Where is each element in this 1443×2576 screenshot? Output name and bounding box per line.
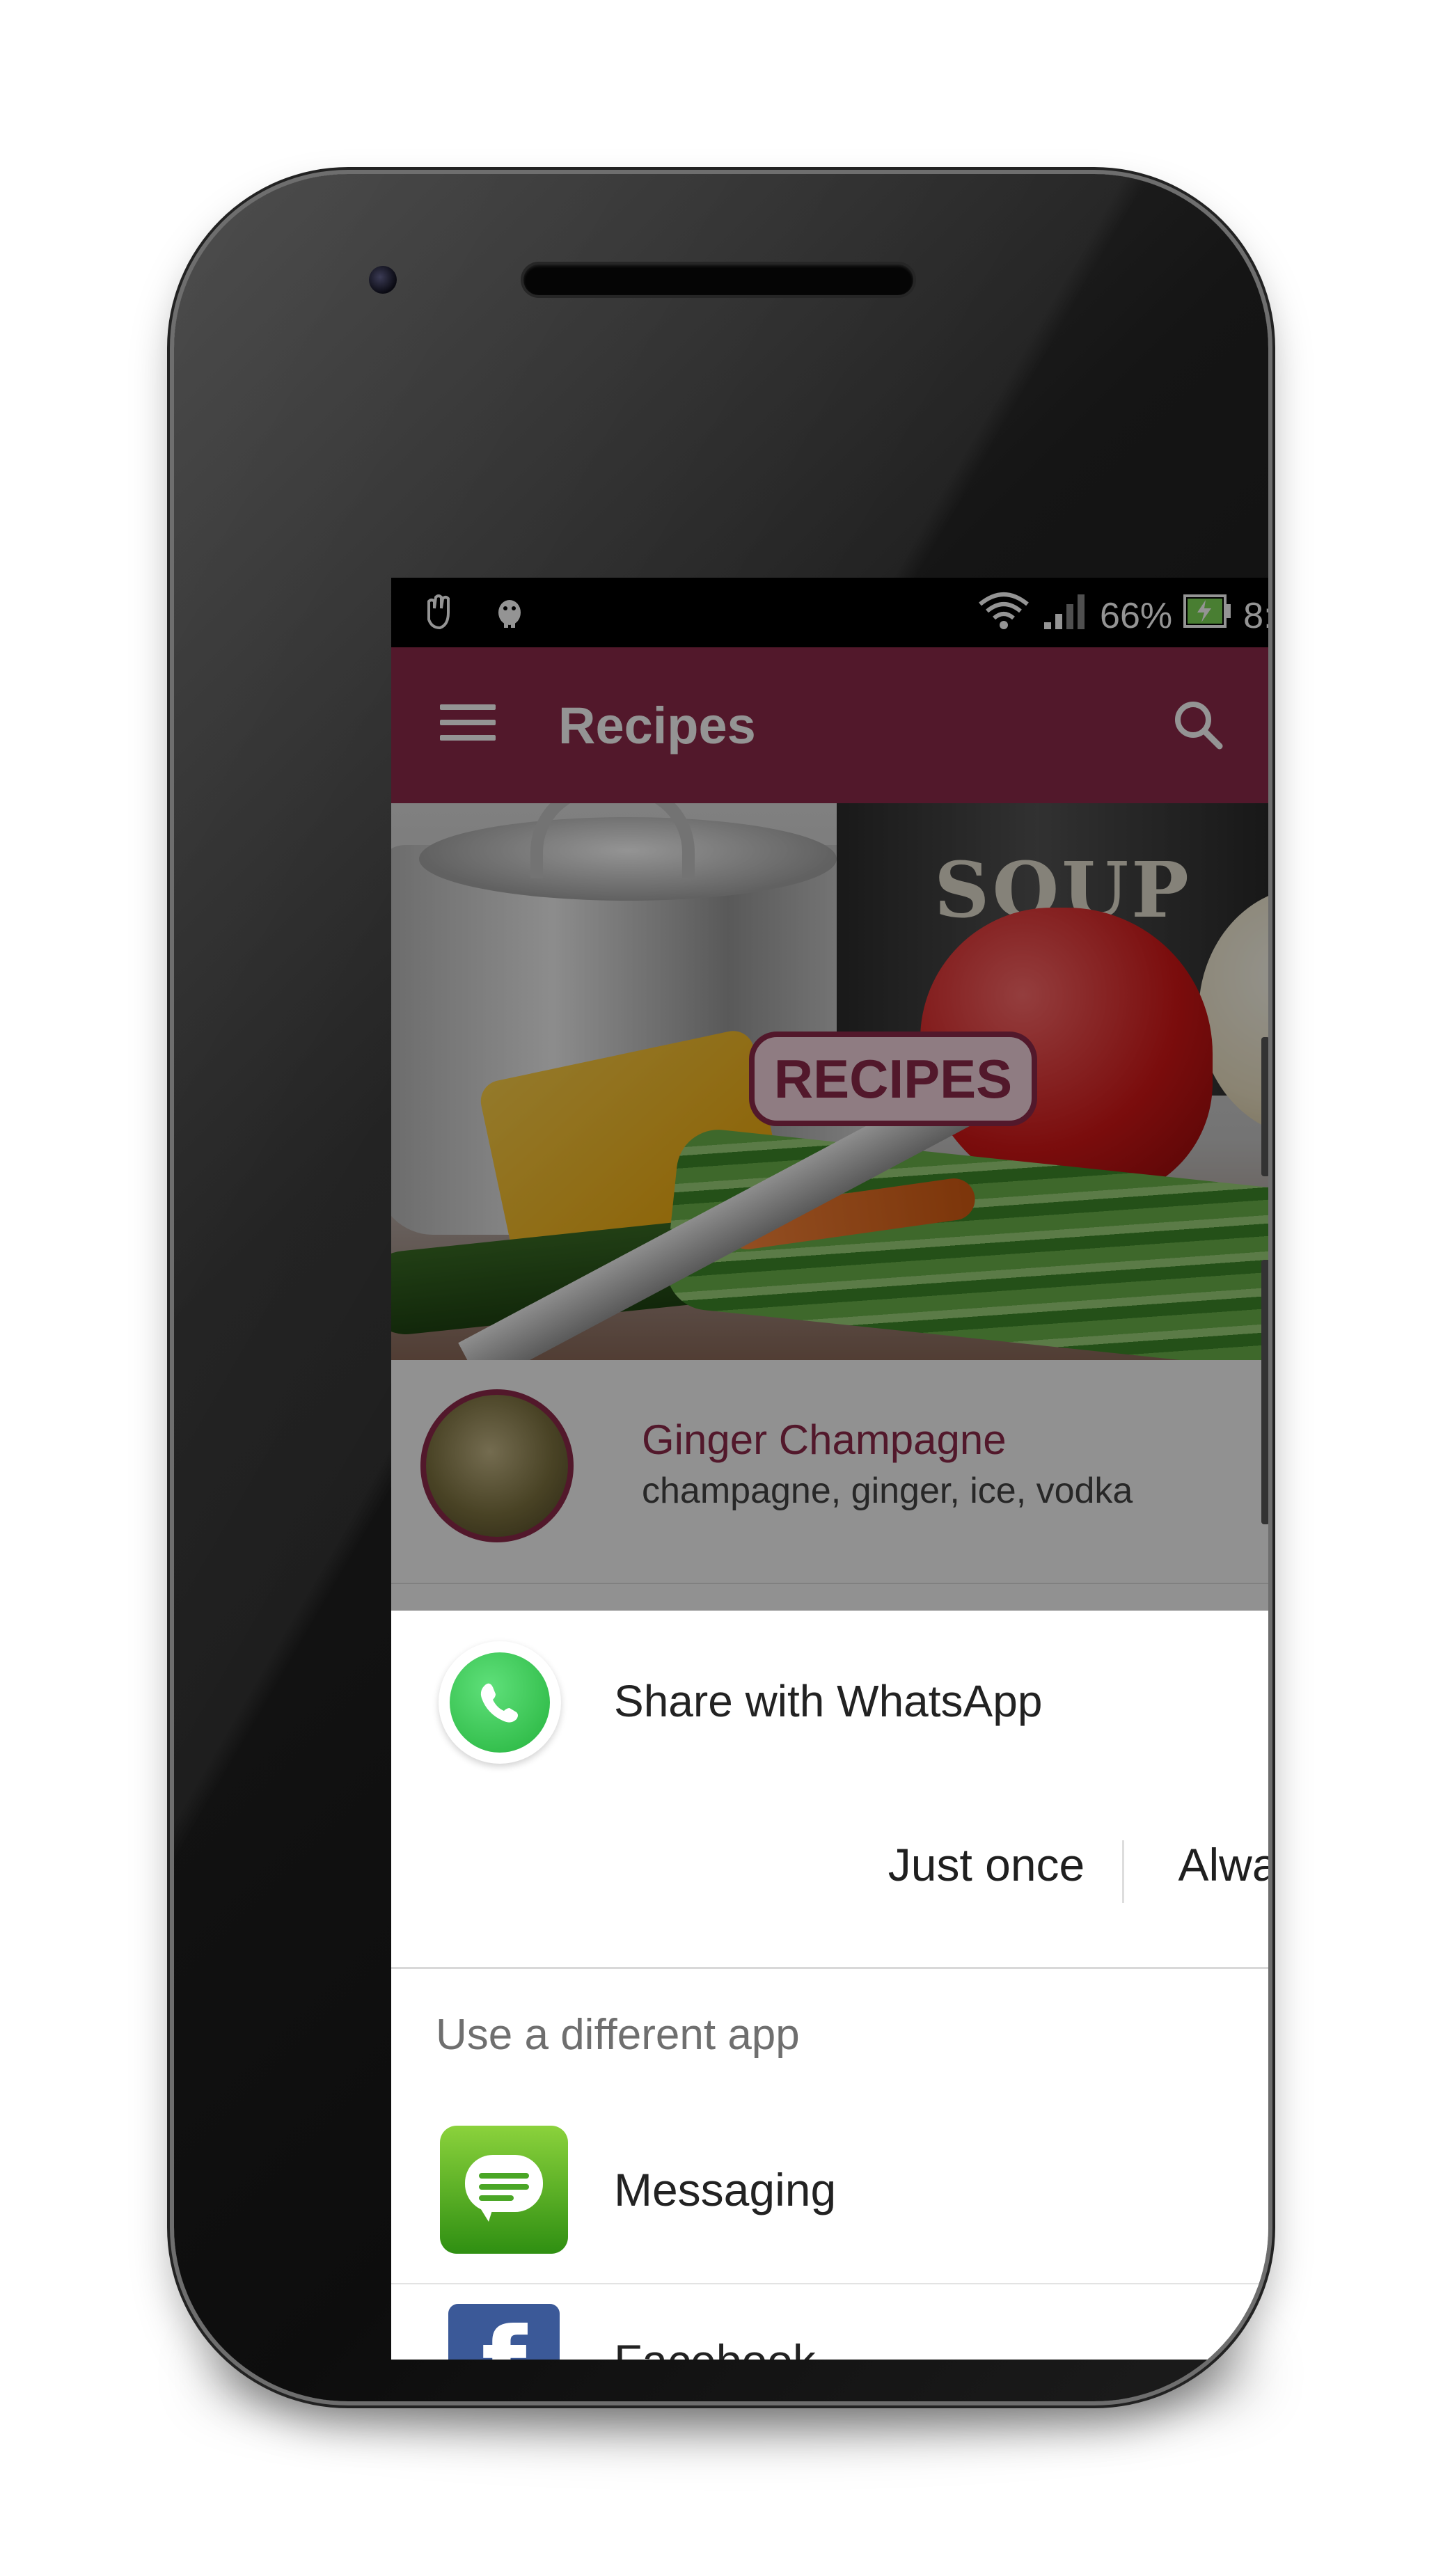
- power-button: [1261, 1037, 1268, 1176]
- phone-frame: 66% 8:18 pm Recipes: [174, 174, 1268, 2401]
- section-divider: [391, 1967, 1268, 1969]
- dim-overlay[interactable]: [391, 578, 1268, 1611]
- app-option-messaging[interactable]: Messaging: [391, 2126, 1268, 2279]
- messaging-icon: [440, 2126, 568, 2254]
- volume-button: [1261, 1260, 1268, 1524]
- default-app-row[interactable]: Share with WhatsApp: [391, 1611, 1268, 1792]
- button-divider: [1122, 1840, 1124, 1903]
- whatsapp-icon: [439, 1641, 561, 1764]
- front-camera: [369, 266, 397, 294]
- other-apps-header: Use a different app: [436, 2011, 800, 2059]
- always-button[interactable]: Always: [1136, 1819, 1268, 1910]
- app-option-facebook[interactable]: f Facebook: [391, 2283, 1268, 2360]
- facebook-icon: f: [448, 2304, 560, 2360]
- share-bottom-sheet: Share with WhatsApp Just once Always Use…: [391, 1611, 1268, 2360]
- device-screen: 66% 8:18 pm Recipes: [391, 578, 1268, 2360]
- just-once-button[interactable]: Just once: [851, 1819, 1122, 1910]
- app-option-label: Messaging: [614, 2164, 837, 2215]
- default-app-label: Share with WhatsApp: [614, 1676, 1043, 1726]
- app-option-label: Facebook: [614, 2333, 816, 2360]
- top-speaker: [523, 264, 913, 295]
